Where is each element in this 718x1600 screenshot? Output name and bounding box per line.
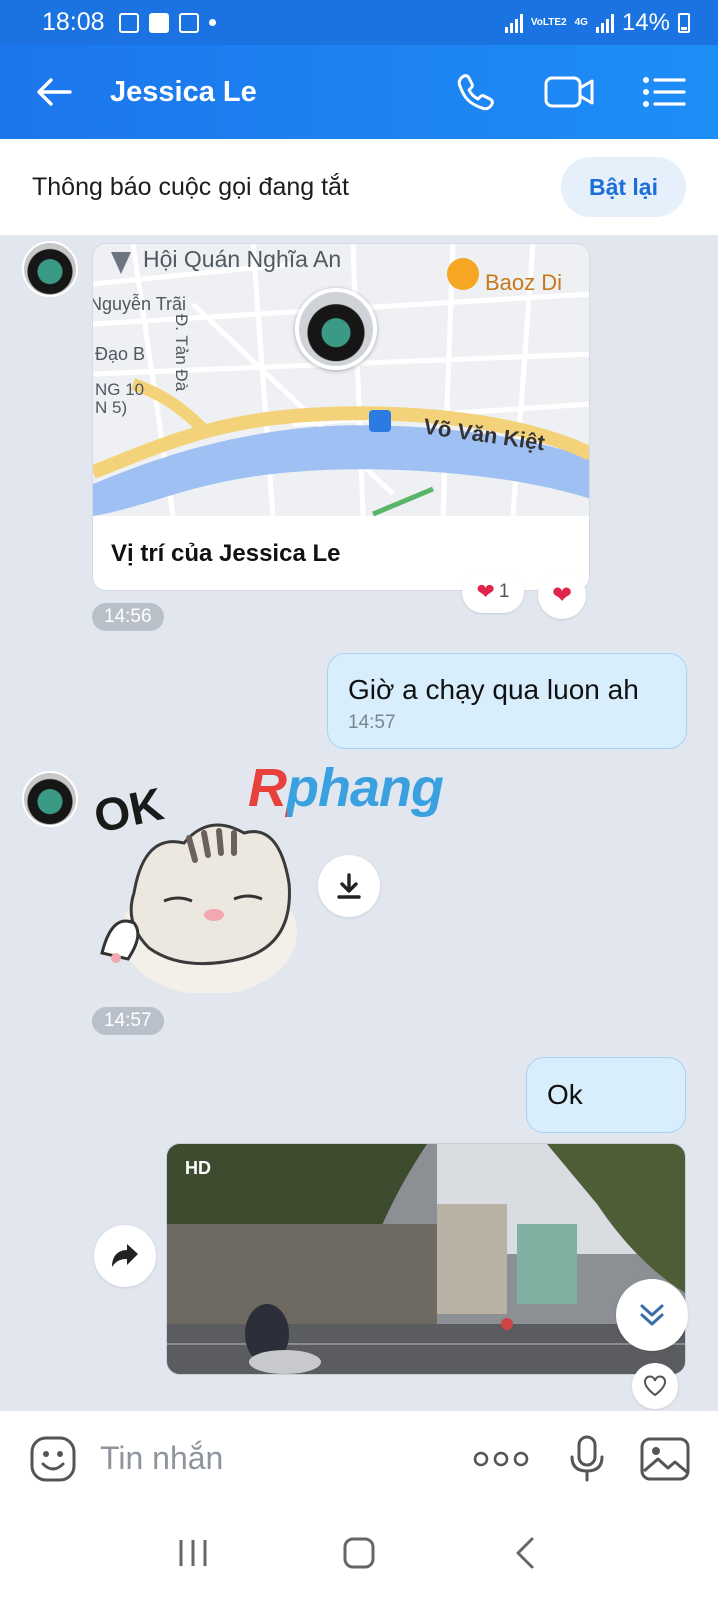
video-call-button[interactable] xyxy=(538,62,602,122)
list-menu-icon xyxy=(643,77,686,107)
video-message[interactable]: HD xyxy=(166,1143,686,1375)
video-camera-icon xyxy=(544,76,594,108)
voice-message-button[interactable] xyxy=(560,1432,614,1486)
more-notifications-icon xyxy=(208,19,216,26)
reaction-count: 1 xyxy=(498,581,510,602)
volte-label: VoLTE2 xyxy=(530,16,567,28)
image-button[interactable] xyxy=(638,1432,692,1486)
heart-icon: ❤ xyxy=(551,581,573,609)
recent-apps-button[interactable] xyxy=(163,1523,223,1583)
message-text: Ok xyxy=(547,1079,583,1110)
react-button[interactable] xyxy=(632,1363,678,1409)
status-time: 18:08 xyxy=(42,8,105,36)
message-text: Giờ a chạy qua luon ah xyxy=(348,674,639,705)
map-label: Đạo B xyxy=(95,344,146,364)
location-map[interactable]: Hội Quán Nghĩa An Baoz Di Nguyễn Trãi Đ.… xyxy=(93,244,589,516)
map-label: Đ. Tản Đà xyxy=(172,314,191,392)
react-button[interactable]: ❤ xyxy=(538,571,586,619)
microphone-icon xyxy=(570,1435,604,1481)
gallery-notification-icon xyxy=(118,12,139,33)
heart-outline-icon xyxy=(644,1375,666,1397)
emoji-icon xyxy=(30,1436,76,1481)
contact-name[interactable]: Jessica Le xyxy=(110,76,257,109)
signal-icon xyxy=(504,13,523,33)
message-time: 14:56 xyxy=(92,603,164,631)
message-composer: Tin nhắn xyxy=(0,1410,718,1506)
back-nav-button[interactable] xyxy=(495,1523,555,1583)
map-label: N 5) xyxy=(95,398,128,417)
map-label: Hội Quán Nghĩa An xyxy=(143,246,342,272)
call-notification-banner: Thông báo cuộc gọi đang tắt Bật lại xyxy=(0,139,718,235)
notice-text: Thông báo cuộc gọi đang tắt xyxy=(32,172,349,201)
status-bar: 18:08 VoLTE2 4G 14% xyxy=(0,0,718,45)
voice-call-button[interactable] xyxy=(444,62,508,122)
chat-thread[interactable]: Hội Quán Nghĩa An Baoz Di Nguyễn Trãi Đ.… xyxy=(0,235,718,1410)
back-button[interactable] xyxy=(24,62,84,122)
more-options-button[interactable] xyxy=(466,1432,536,1486)
battery-percent: 14% xyxy=(621,8,670,36)
battery-icon xyxy=(678,12,690,33)
outgoing-message[interactable]: Giờ a chạy qua luon ah 14:57 xyxy=(327,653,687,749)
download-icon xyxy=(337,873,361,899)
task-notification-icon xyxy=(178,12,199,33)
recents-icon xyxy=(179,1540,207,1566)
image-icon xyxy=(640,1437,690,1480)
re-enable-button[interactable]: Bật lại xyxy=(560,157,686,217)
heart-icon: ❤ xyxy=(476,579,495,604)
video-thumbnail xyxy=(167,1144,685,1374)
alert-notification-icon xyxy=(148,12,169,33)
system-navigation-bar xyxy=(0,1506,718,1600)
message-time: 14:57 xyxy=(348,712,396,733)
home-icon xyxy=(343,1537,375,1569)
message-input[interactable]: Tin nhắn xyxy=(100,1440,466,1477)
signal-2-icon xyxy=(595,13,614,33)
hd-badge: HD xyxy=(185,1158,211,1178)
sticker-message[interactable]: OK xyxy=(89,777,304,995)
map-label: Nguyễn Trãi xyxy=(93,294,187,314)
more-dots-icon xyxy=(473,1451,529,1466)
map-label: Baoz Di xyxy=(485,270,563,295)
outgoing-message[interactable]: Ok xyxy=(526,1057,686,1133)
message-time: 14:57 xyxy=(92,1007,164,1035)
location-message[interactable]: Hội Quán Nghĩa An Baoz Di Nguyễn Trãi Đ.… xyxy=(92,243,590,591)
chevron-left-icon xyxy=(516,1537,534,1569)
double-chevron-down-icon xyxy=(640,1304,664,1326)
contact-avatar[interactable] xyxy=(22,241,78,297)
share-arrow-icon xyxy=(112,1244,138,1267)
reaction-summary[interactable]: ❤ 1 xyxy=(462,571,524,613)
menu-button[interactable] xyxy=(632,62,696,122)
scroll-to-bottom-button[interactable] xyxy=(616,1279,688,1351)
forward-button[interactable] xyxy=(94,1225,156,1287)
sticker-button[interactable] xyxy=(26,1432,80,1486)
network-label: 4G xyxy=(574,16,588,28)
home-button[interactable] xyxy=(329,1523,389,1583)
location-pin-avatar xyxy=(295,288,377,370)
map-label: NG 10 xyxy=(95,380,145,399)
back-arrow-icon xyxy=(37,78,72,106)
chat-header: Jessica Le xyxy=(0,45,718,139)
phone-icon xyxy=(457,74,494,111)
download-sticker-button[interactable] xyxy=(318,855,380,917)
contact-avatar[interactable] xyxy=(22,771,78,827)
